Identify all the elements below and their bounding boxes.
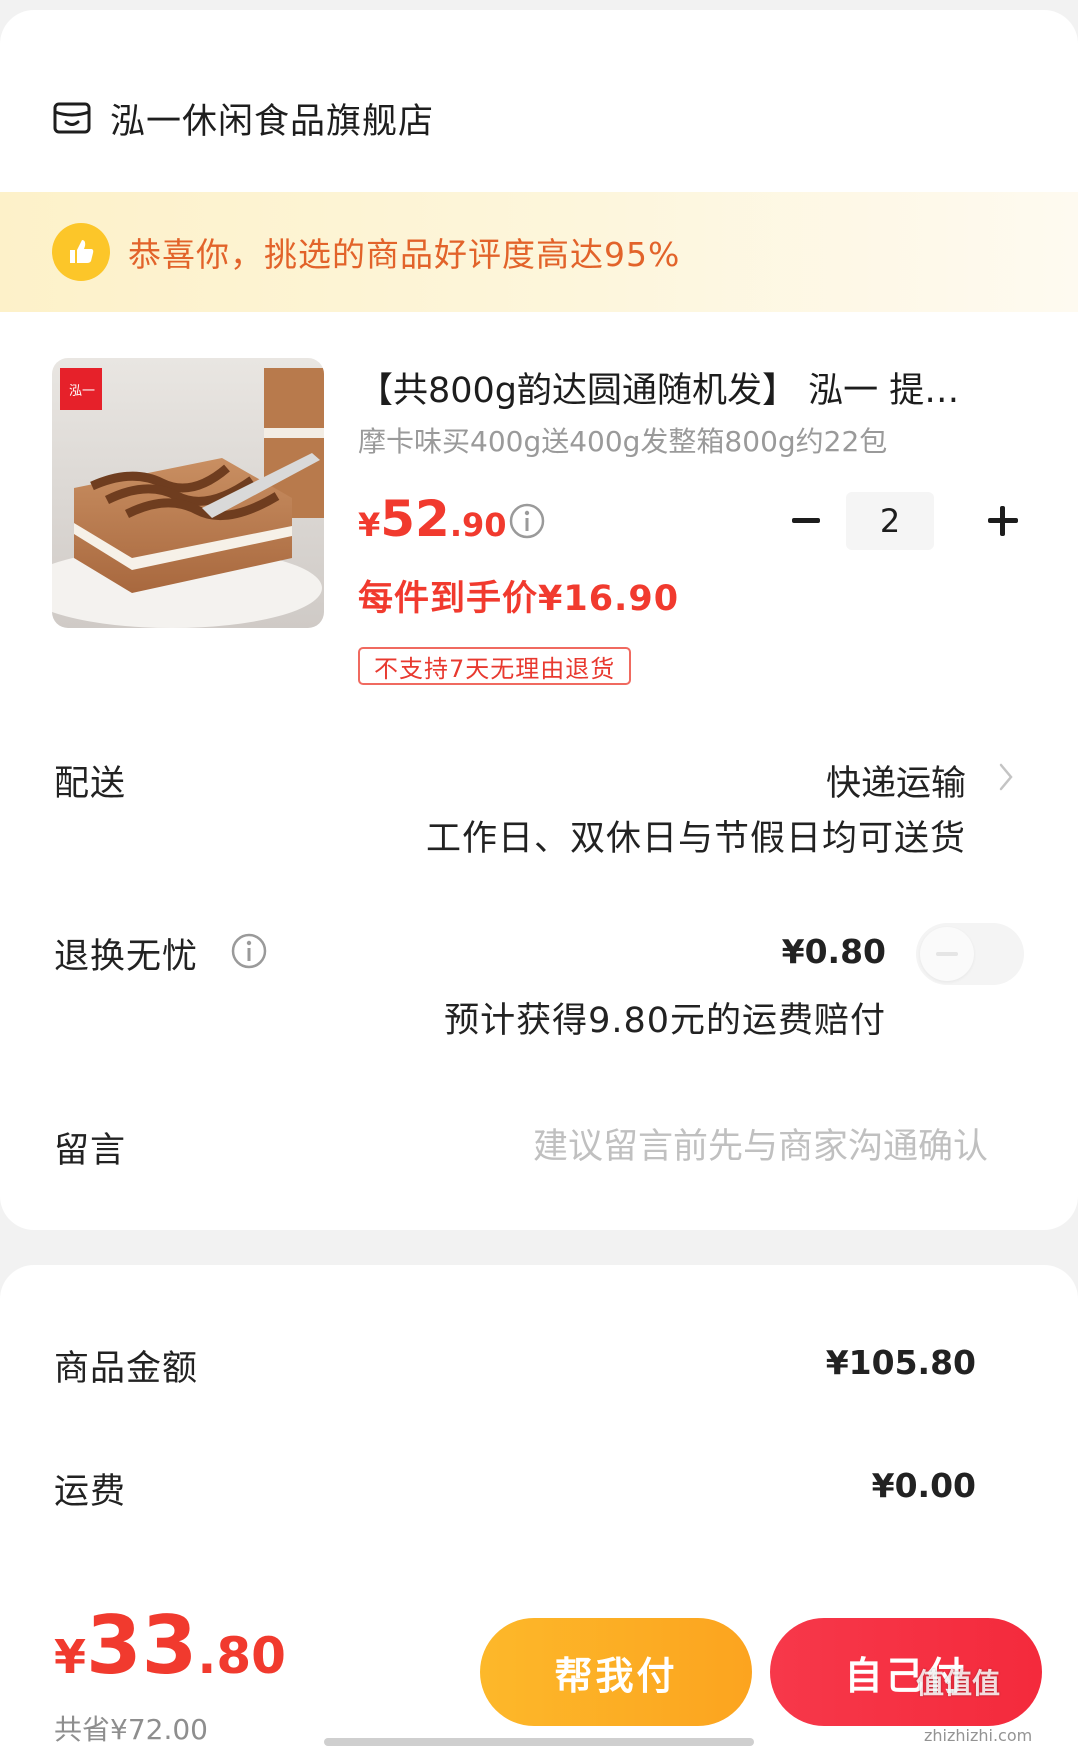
goods-amount-label: 商品金额	[54, 1349, 199, 1389]
thumbs-up-icon	[52, 223, 110, 281]
message-label: 留言	[54, 1131, 127, 1171]
product-sku[interactable]: 摩卡味买400g送400g发整箱800g约22包	[358, 420, 978, 460]
chevron-right-icon[interactable]	[996, 760, 1016, 794]
shipping-value: ¥0.00	[871, 1466, 976, 1505]
watermark-site: zhizhizhi.com	[924, 1726, 1033, 1745]
total-integer: 33	[86, 1599, 198, 1692]
product-price: ¥ 52 .90	[358, 490, 507, 548]
order-card: 泓一休闲食品旗舰店 恭喜你，挑选的商品好评度高达95% 泓一 【共800g韵达圆…	[0, 10, 1078, 1230]
product-title[interactable]: 【共800g韵达圆通随机发】 泓一 提…	[358, 362, 1030, 413]
total-symbol: ¥	[54, 1630, 87, 1684]
home-indicator[interactable]	[324, 1738, 754, 1746]
return-insurance-price: ¥0.80	[781, 932, 886, 971]
return-policy-tag: 不支持7天无理由退货	[358, 647, 632, 685]
self-pay-button[interactable]: 自己付	[770, 1618, 1042, 1726]
delivery-label: 配送	[54, 764, 127, 804]
toggle-knob	[920, 927, 974, 981]
checkout-bar: ¥ 33 .80 共省¥72.00 帮我付 自己付 值值值 zhizhizhi.…	[0, 1590, 1078, 1749]
price-symbol: ¥	[358, 506, 381, 544]
brand-logo-text: 泓一	[68, 383, 95, 398]
help-pay-button[interactable]: 帮我付	[480, 1618, 752, 1726]
store-name: 泓一休闲食品旗舰店	[110, 101, 435, 142]
info-icon[interactable]	[508, 502, 546, 540]
delivery-method[interactable]: 快递运输	[826, 755, 966, 806]
product-image[interactable]: 泓一	[52, 358, 324, 628]
total-decimal: .80	[197, 1627, 286, 1685]
store-icon	[53, 102, 91, 134]
price-integer: 52	[380, 490, 450, 548]
return-insurance-note: 预计获得9.80元的运费赔付	[444, 1001, 886, 1041]
unit-price: 每件到手价¥16.90	[358, 579, 680, 619]
price-decimal: .90	[449, 506, 507, 544]
shipping-label: 运费	[54, 1472, 127, 1512]
quantity-increase-button[interactable]	[982, 500, 1024, 542]
return-insurance-label: 退换无忧	[54, 937, 199, 977]
info-icon[interactable]	[230, 932, 268, 970]
quantity-input[interactable]: 2	[846, 492, 934, 550]
total-price: ¥ 33 .80	[54, 1606, 286, 1686]
saved-amount: 共省¥72.00	[54, 1713, 208, 1746]
banner-text: 恭喜你，挑选的商品好评度高达95%	[128, 235, 681, 274]
goods-amount-value: ¥105.80	[825, 1343, 976, 1382]
watermark: 值值值	[916, 1667, 1001, 1700]
return-insurance-toggle[interactable]	[916, 923, 1024, 985]
message-input[interactable]	[420, 1122, 988, 1172]
delivery-note: 工作日、双休日与节假日均可送货	[425, 819, 966, 859]
praise-banner: 恭喜你，挑选的商品好评度高达95%	[0, 192, 1078, 312]
quantity-decrease-button[interactable]	[784, 498, 828, 542]
store-header[interactable]: 泓一休闲食品旗舰店	[52, 88, 434, 148]
